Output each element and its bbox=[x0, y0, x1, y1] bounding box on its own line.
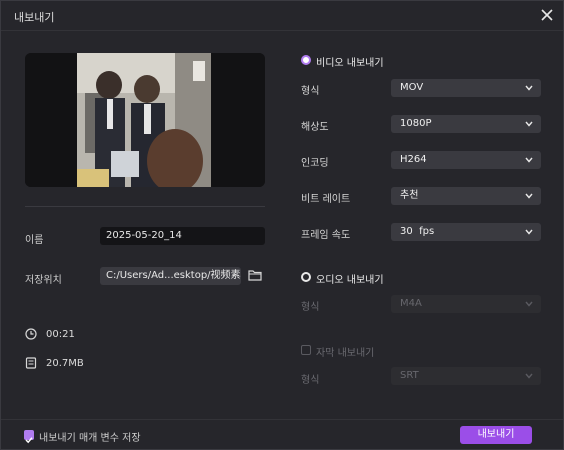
resolution-value: 1080P bbox=[400, 118, 432, 129]
chevron-down-icon bbox=[525, 373, 533, 379]
chevron-down-icon bbox=[525, 301, 533, 307]
frame-rate-label: 프레임 속도 bbox=[301, 230, 351, 241]
save-params-checkbox[interactable] bbox=[24, 430, 34, 444]
clock-icon bbox=[25, 328, 37, 340]
save-params-label: 내보내기 매개 변수 저장 bbox=[39, 433, 141, 444]
audio-format-value: M4A bbox=[400, 298, 422, 309]
chevron-down-icon bbox=[525, 157, 533, 163]
file-size-value: 20.7MB bbox=[46, 358, 84, 369]
audio-export-title: 오디오 내보내기 bbox=[316, 275, 384, 286]
dialog-title: 내보내기 bbox=[14, 11, 55, 24]
preview-frame-image bbox=[25, 53, 265, 187]
footer-bar: 내보내기 매개 변수 저장 내보내기 bbox=[1, 419, 563, 449]
divider bbox=[25, 206, 265, 207]
folder-icon[interactable] bbox=[248, 269, 262, 281]
chevron-down-icon bbox=[525, 85, 533, 91]
video-format-value: MOV bbox=[400, 82, 424, 93]
video-format-label: 형식 bbox=[301, 86, 320, 97]
subtitle-export-checkbox bbox=[301, 345, 311, 355]
bitrate-label: 비트 레이트 bbox=[301, 194, 351, 205]
export-dialog: 내보내기 이름 2025-05-20_14 저장위치 C:/Users/Ad..… bbox=[0, 0, 564, 450]
close-icon[interactable] bbox=[539, 7, 555, 23]
save-path-field[interactable]: C:/Users/Ad...esktop/视频素材 bbox=[100, 267, 241, 285]
video-format-select[interactable]: MOV bbox=[391, 79, 541, 97]
audio-format-select: M4A bbox=[391, 295, 541, 313]
subtitle-export-label: 자막 내보내기 bbox=[316, 348, 375, 359]
resolution-label: 해상도 bbox=[301, 122, 329, 133]
video-export-title: 비디오 내보내기 bbox=[316, 58, 384, 69]
video-preview bbox=[25, 53, 265, 187]
chevron-down-icon bbox=[525, 193, 533, 199]
bitrate-select[interactable]: 추천 bbox=[391, 187, 541, 205]
check-icon bbox=[25, 437, 33, 444]
save-path-label: 저장위치 bbox=[25, 275, 62, 286]
encoding-select[interactable]: H264 bbox=[391, 151, 541, 169]
encoding-value: H264 bbox=[400, 154, 427, 165]
subtitle-format-value: SRT bbox=[400, 370, 419, 381]
chevron-down-icon bbox=[525, 121, 533, 127]
title-bar: 내보내기 bbox=[1, 1, 563, 31]
audio-format-label: 형식 bbox=[301, 302, 320, 313]
frame-rate-value: 30 fps bbox=[400, 226, 435, 237]
frame-rate-select[interactable]: 30 fps bbox=[391, 223, 541, 241]
export-button[interactable]: 내보내기 bbox=[460, 426, 532, 444]
chevron-down-icon bbox=[525, 229, 533, 235]
subtitle-format-label: 형식 bbox=[301, 375, 320, 386]
bitrate-value: 추천 bbox=[400, 190, 419, 201]
video-export-radio[interactable] bbox=[301, 55, 311, 65]
duration-value: 00:21 bbox=[46, 329, 75, 340]
file-size-icon bbox=[25, 357, 37, 369]
name-label: 이름 bbox=[25, 235, 44, 246]
subtitle-format-select: SRT bbox=[391, 367, 541, 385]
encoding-label: 인코딩 bbox=[301, 158, 329, 169]
audio-export-radio[interactable] bbox=[301, 272, 311, 282]
name-input[interactable]: 2025-05-20_14 bbox=[100, 227, 265, 245]
resolution-select[interactable]: 1080P bbox=[391, 115, 541, 133]
